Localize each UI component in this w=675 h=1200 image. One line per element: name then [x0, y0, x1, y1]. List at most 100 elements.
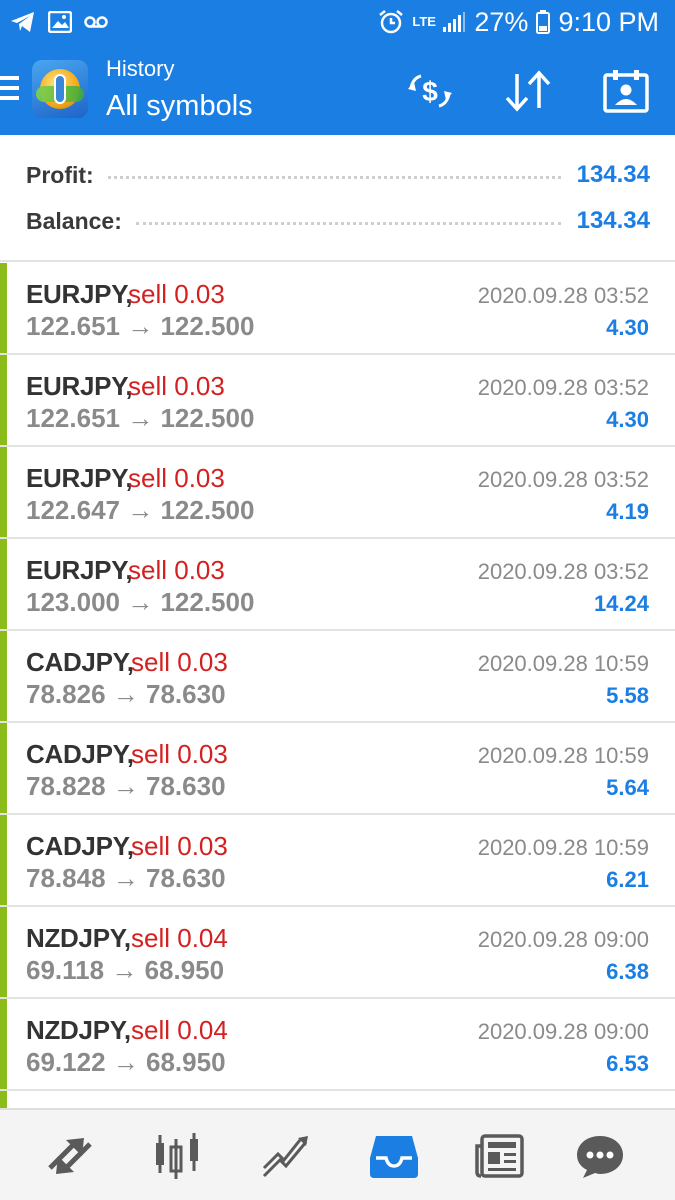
history-icon[interactable]: [366, 1130, 422, 1182]
gallery-icon: [48, 11, 72, 33]
deal-row[interactable]: EURJPY, sell 0.03 122.651 → 122.500 2020.…: [0, 263, 675, 355]
deal-profit: 14.24: [593, 591, 649, 616]
deal-indicator-stripe: [0, 723, 7, 813]
deal-row-partial[interactable]: [0, 1091, 675, 1108]
close-price: 78.630: [146, 863, 226, 893]
deal-side: sell 0.03: [131, 739, 228, 769]
deal-time: 2020.09.28 03:52: [477, 467, 649, 492]
deal-indicator-stripe: [0, 1091, 7, 1108]
deal-prices: 123.000 → 122.500: [26, 587, 254, 618]
deal-time: 2020.09.28 10:59: [477, 651, 649, 676]
close-price: 78.630: [146, 771, 226, 801]
deal-prices: 69.118 → 68.950: [26, 955, 224, 986]
deal-prices: 69.122 → 68.950: [26, 1047, 226, 1078]
close-price: 68.950: [144, 955, 225, 985]
menu-icon[interactable]: [0, 76, 20, 102]
deal-indicator-stripe: [0, 631, 7, 721]
deal-row[interactable]: EURJPY, sell 0.03 122.647 → 122.500 2020.…: [0, 447, 675, 539]
battery-percent: 27%: [474, 6, 529, 37]
deal-side: sell 0.03: [131, 647, 228, 677]
deal-prices: 122.647 → 122.500: [26, 495, 254, 526]
arrow-right-icon: →: [127, 311, 154, 341]
deal-prices: 78.826 → 78.630: [26, 679, 226, 710]
deal-prices: 122.651 → 122.500: [26, 311, 254, 342]
messages-icon[interactable]: [572, 1130, 628, 1182]
deal-indicator-stripe: [0, 539, 7, 629]
deal-symbol: NZDJPY,: [26, 923, 131, 953]
deal-profit: 5.58: [606, 683, 649, 708]
deal-prices: 78.828 → 78.630: [26, 771, 226, 802]
sort-icon[interactable]: [502, 68, 554, 114]
deal-row[interactable]: CADJPY, sell 0.03 78.828 → 78.630 2020.09…: [0, 723, 675, 815]
dotted-leader: [107, 175, 561, 179]
deal-row[interactable]: NZDJPY, sell 0.04 69.118 → 68.950 2020.09…: [0, 907, 675, 999]
signal-icon: [442, 11, 466, 33]
open-price: 122.651: [26, 403, 120, 433]
deal-row[interactable]: CADJPY, sell 0.03 78.826 → 78.630 2020.09…: [0, 631, 675, 723]
page-title[interactable]: All symbols: [106, 90, 253, 123]
deal-indicator-stripe: [0, 907, 7, 997]
deal-prices: 78.848 → 78.630: [26, 863, 226, 894]
deal-side: sell 0.03: [131, 831, 228, 861]
voicemail-icon: [84, 15, 108, 29]
deal-side: sell 0.03: [128, 555, 225, 585]
arrow-right-icon: →: [127, 403, 154, 433]
chart-icon[interactable]: [150, 1130, 206, 1182]
battery-icon: [536, 10, 551, 34]
status-bar: LTE 27% 9:10 PM: [0, 0, 675, 44]
calendar-icon[interactable]: [600, 68, 652, 114]
deal-profit: 4.19: [606, 499, 649, 524]
arrow-right-icon: →: [112, 771, 139, 801]
alarm-icon: [378, 9, 404, 35]
currency-exchange-icon[interactable]: $: [404, 68, 456, 114]
deal-time: 2020.09.28 10:59: [477, 835, 649, 860]
deal-symbol: NZDJPY,: [26, 1015, 131, 1045]
open-price: 122.651: [26, 311, 120, 341]
app-logo: [32, 60, 88, 118]
arrow-right-icon: →: [112, 679, 139, 709]
arrow-right-icon: →: [111, 955, 138, 985]
deal-side: sell 0.04: [131, 923, 228, 953]
deal-row[interactable]: CADJPY, sell 0.03 78.848 → 78.630 2020.09…: [0, 815, 675, 907]
trade-icon[interactable]: [258, 1130, 314, 1182]
deal-profit: 6.53: [606, 1051, 649, 1076]
deal-time: 2020.09.28 03:52: [477, 559, 649, 584]
arrow-right-icon: →: [112, 1047, 139, 1077]
open-price: 123.000: [26, 587, 120, 617]
news-icon[interactable]: [472, 1130, 528, 1182]
deal-time: 2020.09.28 09:00: [477, 1019, 649, 1044]
deal-symbol: CADJPY,: [26, 647, 134, 677]
arrow-right-icon: →: [112, 863, 139, 893]
deal-time: 2020.09.28 09:00: [477, 927, 649, 952]
balance-label: Balance:: [26, 207, 122, 234]
open-price: 78.826: [26, 679, 106, 709]
deal-indicator-stripe: [0, 447, 7, 537]
quotes-icon[interactable]: [42, 1130, 98, 1182]
open-price: 69.122: [26, 1047, 106, 1077]
deal-time: 2020.09.28 03:52: [477, 375, 649, 400]
clock: 9:10 PM: [558, 6, 659, 37]
deal-row[interactable]: EURJPY, sell 0.03 123.000 → 122.500 2020.…: [0, 539, 675, 631]
close-price: 122.500: [160, 311, 255, 341]
deal-indicator-stripe: [0, 355, 7, 445]
deal-side: sell 0.04: [131, 1015, 228, 1045]
deal-row[interactable]: EURJPY, sell 0.03 122.651 → 122.500 2020.…: [0, 355, 675, 447]
deal-profit: 5.64: [606, 775, 649, 800]
arrow-right-icon: →: [127, 495, 154, 525]
deal-symbol: CADJPY,: [26, 831, 134, 861]
deal-profit: 6.38: [606, 959, 649, 984]
page-subtitle: History: [106, 56, 175, 81]
deal-indicator-stripe: [0, 263, 7, 353]
open-price: 122.647: [26, 495, 120, 525]
deals-list[interactable]: EURJPY, sell 0.03 122.651 → 122.500 2020.…: [0, 263, 675, 1108]
telegram-icon: [10, 11, 36, 33]
deal-row[interactable]: NZDJPY, sell 0.04 69.122 → 68.950 2020.09…: [0, 999, 675, 1091]
deal-symbol: EURJPY,: [26, 279, 133, 309]
close-price: 122.500: [160, 495, 255, 525]
close-price: 78.630: [146, 679, 226, 709]
balance-row: Balance: 134.34: [26, 204, 650, 238]
deal-symbol: EURJPY,: [26, 555, 133, 585]
close-price: 122.500: [160, 587, 255, 617]
deal-profit: 4.30: [606, 315, 649, 340]
deal-time: 2020.09.28 10:59: [477, 743, 649, 768]
